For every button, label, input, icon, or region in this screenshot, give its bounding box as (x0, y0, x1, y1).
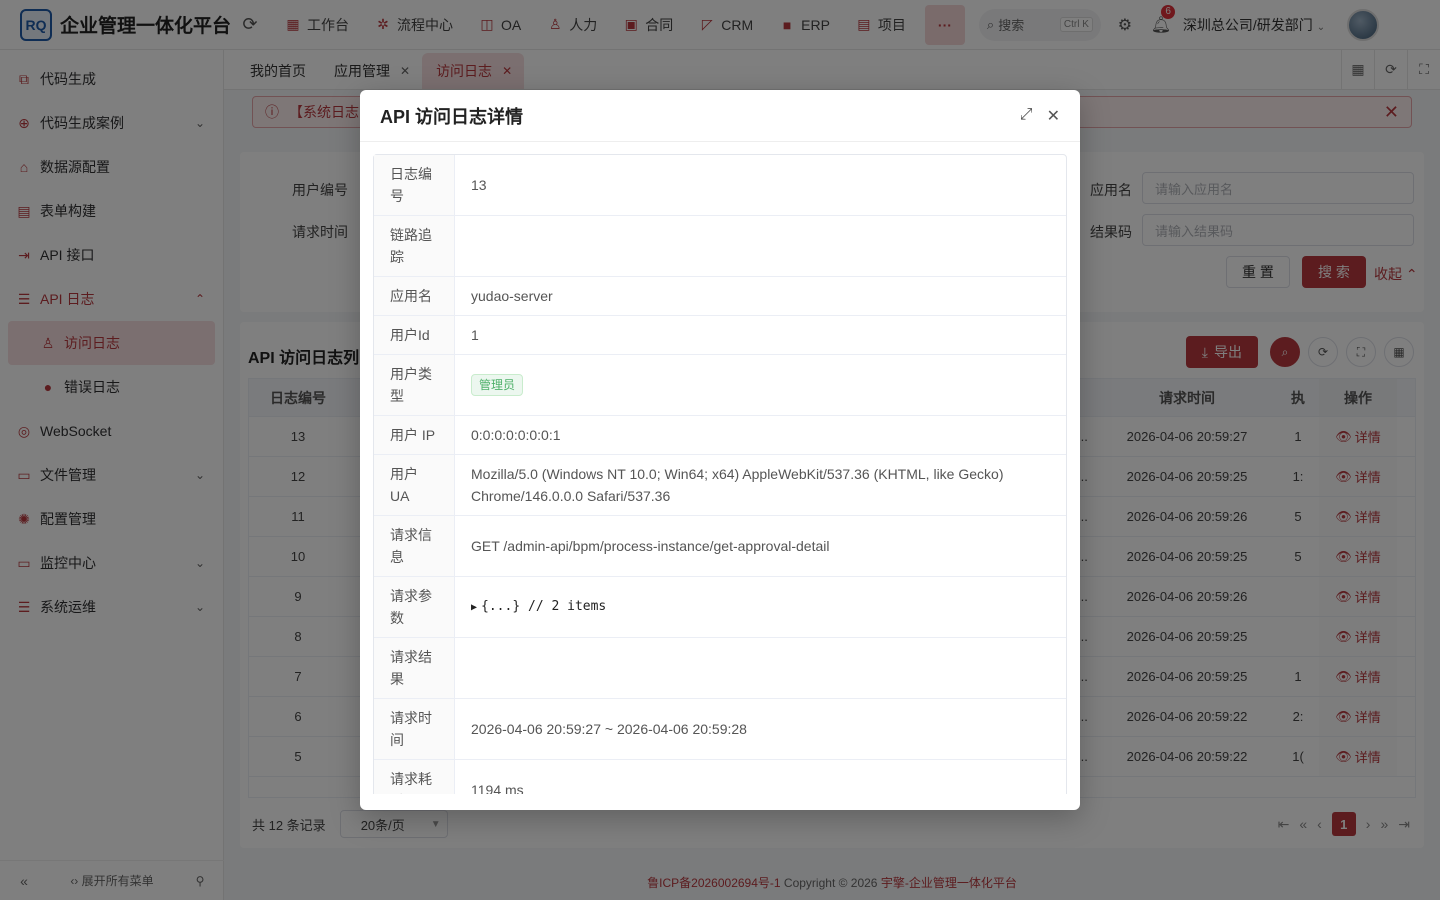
dialog-actions: ⤢ ✕ (1020, 106, 1060, 126)
detail-value (455, 638, 1066, 698)
detail-value: 1 (471, 327, 479, 343)
detail-label: 请求参数 (374, 577, 455, 637)
detail-label: 用户 UA (374, 455, 455, 515)
detail-value: GET /admin-api/bpm/process-instance/get-… (471, 538, 830, 554)
json-summary: {...} // 2 items (481, 598, 607, 614)
detail-label: 用户Id (374, 316, 455, 354)
caret-right-icon: ▶ (471, 601, 478, 613)
detail-descriptions: 日志编号 13 链路追踪 应用名 yudao-server 用户Id 1 用户类型 管理员 用户 … (373, 154, 1067, 794)
maximize-icon[interactable]: ⤢ (1020, 106, 1033, 126)
detail-row: 请求参数 ▶ {...} // 2 items (374, 577, 1066, 638)
detail-label: 请求信息 (374, 516, 455, 576)
detail-row: 请求时间 2026-04-06 20:59:27 ~ 2026-04-06 20:… (374, 699, 1066, 760)
detail-value: 管理员 (455, 355, 1066, 415)
detail-label: 链路追踪 (374, 216, 455, 276)
detail-row: 请求信息 GET /admin-api/bpm/process-instance/… (374, 516, 1066, 577)
detail-row: 用户类型 管理员 (374, 355, 1066, 416)
detail-label: 请求耗时 (374, 760, 455, 794)
detail-row: 日志编号 13 (374, 155, 1066, 216)
detail-label: 请求结果 (374, 638, 455, 698)
detail-value: 13 (471, 177, 487, 193)
detail-value: 0:0:0:0:0:0:0:1 (471, 427, 561, 443)
detail-value: 2026-04-06 20:59:27 ~ 2026-04-06 20:59:2… (471, 721, 747, 737)
detail-row: 链路追踪 (374, 216, 1066, 277)
detail-value (455, 216, 1066, 276)
detail-value: yudao-server (471, 288, 553, 304)
dialog-title: API 访问日志详情 (380, 106, 524, 127)
detail-label: 日志编号 (374, 155, 455, 215)
close-icon[interactable]: ✕ (1047, 106, 1060, 126)
detail-row: 用户Id 1 (374, 316, 1066, 355)
json-viewer[interactable]: ▶ {...} // 2 items (471, 596, 606, 619)
user-type-tag: 管理员 (471, 374, 524, 396)
detail-row: 用户 UA Mozilla/5.0 (Windows NT 10.0; Win64… (374, 455, 1066, 516)
detail-value: Mozilla/5.0 (Windows NT 10.0; Win64; x64… (471, 466, 1004, 504)
detail-value: ▶ {...} // 2 items (455, 577, 1066, 637)
detail-label: 用户 IP (374, 416, 455, 454)
detail-row: 请求结果 (374, 638, 1066, 699)
dialog-body: 日志编号 13 链路追踪 应用名 yudao-server 用户Id 1 用户类型 管理员 用户 … (373, 154, 1067, 794)
detail-row: 请求耗时 1194 ms (374, 760, 1066, 794)
detail-row: 用户 IP 0:0:0:0:0:0:0:1 (374, 416, 1066, 455)
detail-value: 1194 ms (471, 782, 524, 794)
detail-label: 用户类型 (374, 355, 455, 415)
dialog-header: API 访问日志详情 ⤢ ✕ (360, 90, 1080, 142)
detail-label: 请求时间 (374, 699, 455, 759)
detail-row: 应用名 yudao-server (374, 277, 1066, 316)
log-detail-dialog: API 访问日志详情 ⤢ ✕ 日志编号 13 链路追踪 应用名 yudao-server… (360, 90, 1080, 810)
detail-label: 应用名 (374, 277, 455, 315)
